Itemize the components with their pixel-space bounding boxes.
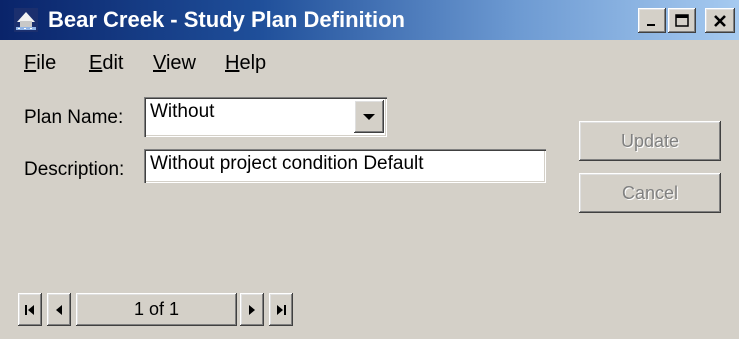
dropdown-button[interactable] <box>354 100 384 133</box>
previous-record-button[interactable] <box>47 293 71 326</box>
description-value: Without project condition Default <box>150 153 424 174</box>
study-plan-window: Bear Creek - Study Plan Definition File … <box>0 0 739 339</box>
menu-view[interactable]: View <box>153 51 196 75</box>
menu-file[interactable]: File <box>24 51 56 75</box>
first-record-icon <box>25 304 34 315</box>
previous-record-icon <box>56 304 62 315</box>
description-field[interactable]: Without project condition Default <box>144 149 546 183</box>
next-record-icon <box>249 304 255 315</box>
update-button[interactable]: Update <box>579 121 721 161</box>
description-label: Description: <box>24 159 125 180</box>
next-record-button[interactable] <box>240 293 264 326</box>
last-record-button[interactable] <box>269 293 293 326</box>
last-record-icon <box>277 304 286 315</box>
record-count-text: 1 of 1 <box>133 299 180 319</box>
first-record-button[interactable] <box>18 293 42 326</box>
close-icon <box>714 14 726 27</box>
plan-name-label: Plan Name: <box>24 107 124 128</box>
chevron-down-icon <box>363 113 375 120</box>
close-button[interactable] <box>705 8 735 33</box>
cancel-label: Cancel <box>621 182 679 203</box>
minimize-button[interactable] <box>638 8 666 33</box>
maximize-button[interactable] <box>668 8 696 33</box>
menu-bar: File Edit View Help <box>0 47 739 79</box>
menu-edit[interactable]: Edit <box>89 51 123 75</box>
title-bar[interactable]: Bear Creek - Study Plan Definition <box>0 0 739 40</box>
window-title: Bear Creek - Study Plan Definition <box>48 7 405 32</box>
minimize-icon <box>647 23 655 26</box>
record-count: 1 of 1 <box>76 293 237 326</box>
plan-name-dropdown[interactable]: Without <box>144 97 387 137</box>
app-icon <box>14 8 38 32</box>
cancel-button[interactable]: Cancel <box>579 173 721 213</box>
menu-help[interactable]: Help <box>225 51 266 75</box>
maximize-icon <box>675 13 689 27</box>
update-label: Update <box>620 130 680 151</box>
plan-name-value: Without <box>150 101 215 122</box>
